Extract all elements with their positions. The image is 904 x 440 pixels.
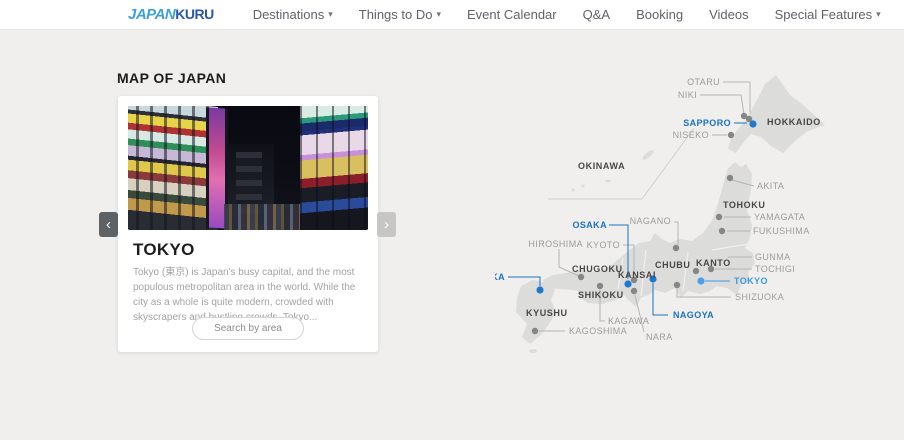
sapporo-dot[interactable] bbox=[749, 120, 756, 127]
card-description: Tokyo (東京) is Japan's busy capital, and … bbox=[133, 265, 363, 325]
tokyo-night-photo[interactable] bbox=[128, 106, 368, 230]
fukushima-dot bbox=[719, 228, 725, 234]
osaka-dot[interactable] bbox=[624, 280, 631, 287]
chevron-down-icon: ▾ bbox=[436, 9, 441, 20]
map-label-shizuoka[interactable]: SHIZUOKA bbox=[735, 292, 784, 302]
chevron-left-icon: ‹ bbox=[106, 217, 111, 232]
logo-text-japan: JAPAN bbox=[128, 6, 175, 23]
honshu-landmass bbox=[543, 162, 755, 307]
niki-leader-line bbox=[700, 95, 744, 114]
nav-item-special-features[interactable]: Special Features ▾ bbox=[775, 7, 881, 22]
map-label-fukuoka[interactable]: FUKUOKA bbox=[495, 272, 505, 282]
map-label-tochigi[interactable]: TOCHIGI bbox=[755, 264, 795, 274]
nagano-dot bbox=[673, 245, 679, 251]
map-label-gunma[interactable]: GUNMA bbox=[755, 252, 791, 262]
map-region-kanto: KANTO bbox=[696, 258, 731, 268]
nav-item-event-calendar[interactable]: Event Calendar bbox=[467, 7, 557, 22]
map-label-hiroshima[interactable]: HIROSHIMA bbox=[528, 239, 583, 249]
top-navigation-bar: JAPANKURU Destinations ▾ Things to Do ▾ … bbox=[0, 0, 904, 30]
map-label-otaru[interactable]: OTARU bbox=[687, 77, 720, 87]
kanto-west-dot bbox=[693, 268, 699, 274]
map-region-chubu: CHUBU bbox=[655, 260, 691, 270]
map-label-niki[interactable]: NIKI bbox=[678, 90, 697, 100]
okinawa-islet bbox=[605, 180, 611, 183]
nav-item-destinations[interactable]: Destinations ▾ bbox=[253, 7, 333, 22]
nav-item-booking[interactable]: Booking bbox=[636, 7, 683, 22]
shizuoka-dot bbox=[674, 282, 680, 288]
niseko-dot bbox=[728, 132, 734, 138]
map-label-fukushima[interactable]: FUKUSHIMA bbox=[753, 226, 810, 236]
okinawa-islet bbox=[581, 184, 584, 187]
chevron-down-icon: ▾ bbox=[876, 9, 881, 20]
chevron-down-icon: ▾ bbox=[328, 9, 333, 20]
map-region-shikoku: SHIKOKU bbox=[578, 290, 624, 300]
kagoshima-dot bbox=[532, 328, 538, 334]
area-card-tokyo: TOKYO Tokyo (東京) is Japan's busy capital… bbox=[118, 96, 378, 352]
photo-left-neon-building bbox=[128, 106, 218, 230]
search-by-area-button[interactable]: Search by area bbox=[192, 317, 304, 340]
chevron-right-icon: › bbox=[384, 217, 389, 232]
nara-dot bbox=[631, 288, 637, 294]
map-label-akita[interactable]: AKITA bbox=[757, 181, 784, 191]
map-label-tokyo[interactable]: TOKYO bbox=[734, 276, 768, 286]
map-label-nagano[interactable]: NAGANO bbox=[630, 216, 671, 226]
carousel-prev-button[interactable]: ‹ bbox=[99, 212, 118, 237]
nav-item-videos[interactable]: Videos bbox=[709, 7, 749, 22]
map-label-yamagata[interactable]: YAMAGATA bbox=[754, 212, 805, 222]
map-label-nagoya[interactable]: NAGOYA bbox=[673, 310, 714, 320]
fukuoka-dot[interactable] bbox=[536, 286, 543, 293]
okinawa-island-chain bbox=[641, 149, 655, 162]
okinawa-islet bbox=[571, 188, 574, 191]
map-label-kagawa[interactable]: KAGAWA bbox=[608, 316, 649, 326]
page-title: MAP OF JAPAN bbox=[117, 70, 226, 86]
japan-map: OTARU NIKI NISEKO AKITA YAMAGATA FUKUSHI… bbox=[495, 50, 904, 362]
map-label-kagoshima[interactable]: KAGOSHIMA bbox=[569, 326, 627, 336]
map-label-sapporo[interactable]: SAPPORO bbox=[683, 118, 731, 128]
tokyo-dot[interactable] bbox=[697, 277, 704, 284]
map-region-tohoku: TOHOKU bbox=[723, 200, 765, 210]
photo-right-billboards bbox=[300, 106, 368, 230]
hiroshima-dot bbox=[578, 274, 584, 280]
otaru-leader-line bbox=[723, 82, 750, 113]
map-region-okinawa: OKINAWA bbox=[578, 161, 625, 171]
nav-item-qa[interactable]: Q&A bbox=[583, 7, 610, 22]
card-title: TOKYO bbox=[133, 240, 363, 260]
small-island bbox=[529, 349, 537, 353]
kagawa-dot bbox=[597, 283, 603, 289]
map-label-niseko[interactable]: NISEKO bbox=[673, 130, 709, 140]
map-label-nara[interactable]: NARA bbox=[646, 332, 673, 342]
japankuru-logo[interactable]: JAPANKURU bbox=[128, 6, 214, 23]
logo-text-kuru: KURU bbox=[175, 6, 213, 22]
map-region-kyushu: KYUSHU bbox=[526, 308, 568, 318]
carousel-next-button[interactable]: › bbox=[377, 212, 396, 237]
akita-dot bbox=[727, 175, 733, 181]
map-region-kansai: KANSAI bbox=[618, 270, 656, 280]
card-button-row: Search by area bbox=[118, 317, 378, 340]
map-region-chugoku: CHUGOKU bbox=[572, 264, 623, 274]
yamagata-dot bbox=[716, 214, 722, 220]
map-label-osaka[interactable]: OSAKA bbox=[572, 220, 607, 230]
map-label-kyoto[interactable]: KYOTO bbox=[587, 240, 620, 250]
map-region-hokkaido: HOKKAIDO bbox=[767, 117, 821, 127]
nav-item-things-to-do[interactable]: Things to Do ▾ bbox=[359, 7, 441, 22]
